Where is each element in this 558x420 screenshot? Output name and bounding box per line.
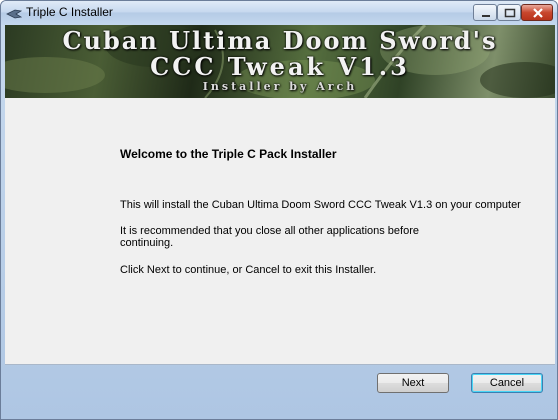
minimize-icon xyxy=(482,15,490,17)
title-bar[interactable]: Triple C Installer xyxy=(1,1,557,25)
banner-title-line2: CCC Tweak V1.3 xyxy=(150,52,410,81)
maximize-button[interactable] xyxy=(497,4,521,21)
maximize-icon xyxy=(504,8,516,18)
header-banner: Cuban Ultima Doom Sword's CCC Tweak V1.3… xyxy=(5,25,555,98)
next-button[interactable]: Next xyxy=(377,373,449,393)
next-cancel-instructions: Click Next to continue, or Cancel to exi… xyxy=(120,264,377,276)
minimize-button[interactable] xyxy=(473,4,497,21)
install-description: This will install the Cuban Ultima Doom … xyxy=(120,199,521,211)
window-title: Triple C Installer xyxy=(26,5,113,19)
welcome-heading: Welcome to the Triple C Pack Installer xyxy=(120,147,337,161)
installer-window: Triple C Installer Cuban Ultima Doom Swo… xyxy=(0,0,558,420)
installer-icon xyxy=(6,7,23,19)
close-apps-note: It is recommended that you close all oth… xyxy=(120,225,419,249)
close-icon xyxy=(533,8,543,18)
banner-subtitle: Installer by Arch xyxy=(202,80,358,93)
close-button[interactable] xyxy=(521,4,553,21)
welcome-panel: Welcome to the Triple C Pack Installer T… xyxy=(5,98,555,365)
banner-title-line1: Cuban Ultima Doom Sword's xyxy=(62,26,498,55)
cancel-button[interactable]: Cancel xyxy=(471,373,543,393)
